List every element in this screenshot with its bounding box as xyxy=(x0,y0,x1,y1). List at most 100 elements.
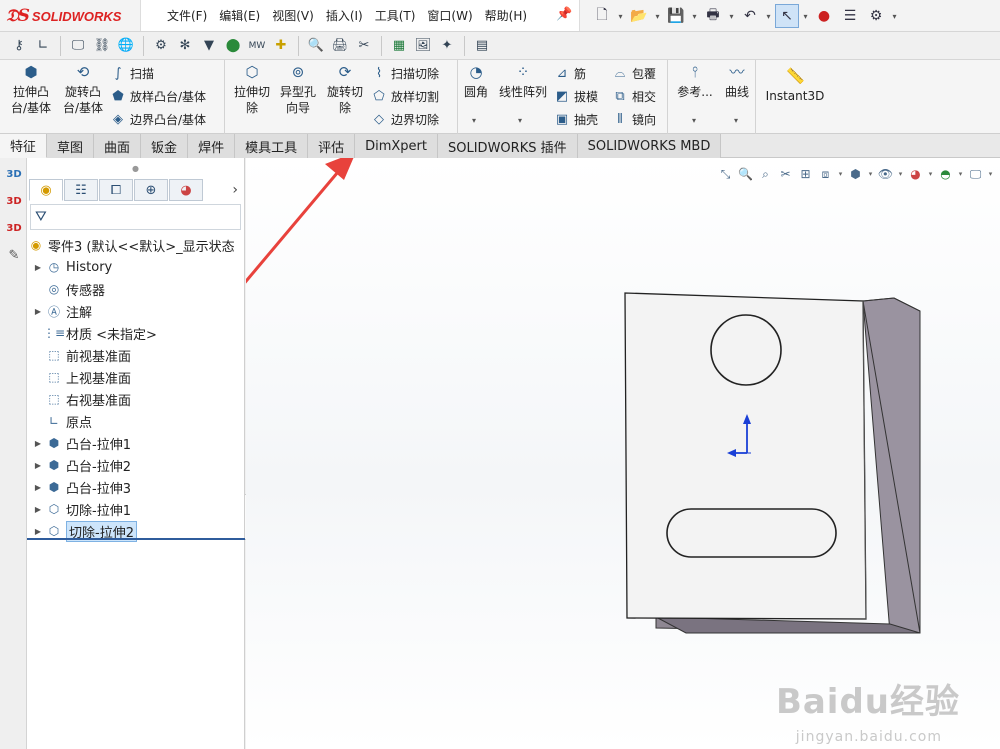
location-pin-icon[interactable]: ⬤ xyxy=(222,35,244,57)
mw-icon[interactable]: MW xyxy=(246,35,268,57)
fillet-button[interactable]: ◔ 圆角 xyxy=(460,64,492,100)
sweep-button[interactable]: ∫ 扫描 xyxy=(110,62,154,84)
tab-surfaces[interactable]: 曲面 xyxy=(94,134,142,158)
panel-grip[interactable]: ● xyxy=(27,158,244,178)
key-icon[interactable]: ⚷ xyxy=(8,35,30,57)
mirror-button[interactable]: ⫴ 镜向 xyxy=(612,108,656,130)
report-icon[interactable]: ▤ xyxy=(471,35,493,57)
tab-weldments[interactable]: 焊件 xyxy=(188,134,236,158)
tree-root-part[interactable]: ◉ 零件3 (默认<<默认>_显示状态 xyxy=(27,234,244,256)
wrap-button[interactable]: ⌓ 包覆 xyxy=(612,62,656,84)
menu-tools[interactable]: 工具(T) xyxy=(369,7,422,24)
part-body[interactable] xyxy=(624,292,921,634)
property-manager-tab-icon[interactable]: ☷ xyxy=(64,179,98,201)
tree-item[interactable]: ▶ ◷ History xyxy=(27,256,244,278)
open-dropdown-icon[interactable]: ▾ xyxy=(653,4,662,28)
pin-icon[interactable]: 📌 xyxy=(556,7,572,22)
options-dropdown-icon[interactable]: ▾ xyxy=(890,4,899,28)
3d-view-icon[interactable]: 3D xyxy=(3,163,25,185)
hole-wizard-button[interactable]: ⊚ 异型孔 向导 xyxy=(276,64,320,116)
display-manager-tab-icon[interactable]: ◕ xyxy=(169,179,203,201)
expand-arrow-icon[interactable]: ▶ xyxy=(31,505,45,514)
tree-rollback-bar[interactable] xyxy=(27,538,245,540)
image-icon[interactable]: 🖼 xyxy=(412,35,434,57)
3d-pdf-export-icon[interactable]: 3D xyxy=(3,217,25,239)
network-icon[interactable]: ⛓ xyxy=(91,35,113,57)
save-dropdown-icon[interactable]: ▾ xyxy=(690,4,699,28)
menu-file[interactable]: 文件(F) xyxy=(161,7,213,24)
tree-filter-field[interactable]: ⛛ xyxy=(30,204,241,230)
printer-icon[interactable]: 🖨 xyxy=(329,35,351,57)
linear-pattern-button[interactable]: ⁘ 线性阵列 xyxy=(496,64,550,100)
print-dropdown-icon[interactable]: ▾ xyxy=(727,4,736,28)
loft-button[interactable]: ⬟ 放样凸台/基体 xyxy=(110,85,206,107)
tree-item[interactable]: ⬚ 右视基准面 xyxy=(27,388,244,410)
star-doc-icon[interactable]: ✦ xyxy=(436,35,458,57)
expand-arrow-icon[interactable]: ▶ xyxy=(31,461,45,470)
menu-view[interactable]: 视图(V) xyxy=(266,7,320,24)
revolve-boss-button[interactable]: ⟲ 旋转凸 台/基体 xyxy=(60,64,106,116)
save-icon[interactable]: 💾 xyxy=(664,4,688,28)
curves-dropdown-icon[interactable]: ▾ xyxy=(734,116,738,125)
tab-sheet-metal[interactable]: 钣金 xyxy=(141,134,189,158)
tree-item[interactable]: ⬚ 上视基准面 xyxy=(27,366,244,388)
select-dropdown-icon[interactable]: ▾ xyxy=(801,4,810,28)
draft-button[interactable]: ◩ 拔模 xyxy=(554,85,598,107)
reference-geometry-button[interactable]: ⫯ 参考... xyxy=(674,64,716,100)
expand-arrow-icon[interactable]: ▶ xyxy=(31,263,45,272)
tab-solidworks-addins[interactable]: SOLIDWORKS 插件 xyxy=(438,134,578,158)
lofted-cut-button[interactable]: ⬠ 放样切割 xyxy=(371,85,439,107)
feature-tree-tab-icon[interactable]: ◉ xyxy=(29,179,63,201)
dimxpert-manager-tab-icon[interactable]: ⊕ xyxy=(134,179,168,201)
tab-evaluate[interactable]: 评估 xyxy=(308,134,356,158)
fillet-dropdown-icon[interactable]: ▾ xyxy=(472,116,476,125)
cog-icon[interactable]: ✻ xyxy=(174,35,196,57)
more-tabs-chevron-icon[interactable]: › xyxy=(232,182,238,198)
tab-solidworks-mbd[interactable]: SOLIDWORKS MBD xyxy=(577,134,722,158)
extrude-boss-button[interactable]: ⬢ 拉伸凸 台/基体 xyxy=(8,64,54,116)
configuration-manager-tab-icon[interactable]: ⧠ xyxy=(99,179,133,201)
select-cursor-icon[interactable]: ↖ xyxy=(775,4,799,28)
menu-edit[interactable]: 编辑(E) xyxy=(213,7,266,24)
tab-sketch[interactable]: 草图 xyxy=(47,134,95,158)
expand-arrow-icon[interactable]: ▶ xyxy=(31,439,45,448)
boundary-boss-button[interactable]: ◈ 边界凸台/基体 xyxy=(110,108,206,130)
magnifier-icon[interactable]: 🔍 xyxy=(305,35,327,57)
sketch-corner-icon[interactable]: ∟ xyxy=(32,35,54,57)
tree-item[interactable]: ▶ Ⓐ 注解 xyxy=(27,300,244,322)
globe-icon[interactable]: 🌐 xyxy=(115,35,137,57)
swept-cut-button[interactable]: ⌇ 扫描切除 xyxy=(371,62,439,84)
tree-item[interactable]: ▶ ⬢ 凸台-拉伸1 xyxy=(27,432,244,454)
undo-icon[interactable]: ↶ xyxy=(738,4,762,28)
tab-mold-tools[interactable]: 模具工具 xyxy=(235,134,309,158)
new-dropdown-icon[interactable]: ▾ xyxy=(616,4,625,28)
tree-item[interactable]: ∟ 原点 xyxy=(27,410,244,432)
revolve-cut-button[interactable]: ⟳ 旋转切 除 xyxy=(323,64,367,116)
tree-item[interactable]: ⋮≡ 材质 <未指定> xyxy=(27,322,244,344)
expand-arrow-icon[interactable]: ▶ xyxy=(31,307,45,316)
reference-dropdown-icon[interactable]: ▾ xyxy=(692,116,696,125)
open-folder-icon[interactable]: 📂 xyxy=(627,4,651,28)
tree-item[interactable]: ▶ ⬡ 切除-拉伸1 xyxy=(27,498,244,520)
options-gear-icon[interactable]: ⚙ xyxy=(864,4,888,28)
settings-gear-icon[interactable]: ⚙ xyxy=(150,35,172,57)
tree-item[interactable]: ▶ ⬢ 凸台-拉伸2 xyxy=(27,454,244,476)
plus-cross-icon[interactable]: ✚ xyxy=(270,35,292,57)
circular-hole[interactable] xyxy=(710,314,782,386)
menu-insert[interactable]: 插入(I) xyxy=(320,7,369,24)
intersect-button[interactable]: ⧉ 相交 xyxy=(612,85,656,107)
tab-features[interactable]: 特征 xyxy=(0,134,48,158)
instant3d-button[interactable]: 📏 Instant3D xyxy=(760,68,830,104)
menu-help[interactable]: 帮助(H) xyxy=(479,7,533,24)
3d-pdf-icon[interactable]: 3D xyxy=(3,190,25,212)
drafting-tools-icon[interactable]: ✎ xyxy=(3,244,25,266)
rebuild-traffic-light-icon[interactable]: ● xyxy=(812,4,836,28)
extrude-cut-button[interactable]: ⬡ 拉伸切 除 xyxy=(230,64,274,116)
slot-cut[interactable] xyxy=(666,508,837,558)
new-document-icon[interactable]: 🗋 xyxy=(590,4,614,28)
expand-arrow-icon[interactable]: ▶ xyxy=(31,483,45,492)
linear-pattern-dropdown-icon[interactable]: ▾ xyxy=(518,116,522,125)
shell-button[interactable]: ▣ 抽壳 xyxy=(554,108,598,130)
boundary-cut-button[interactable]: ◇ 边界切除 xyxy=(371,108,439,130)
tree-item[interactable]: ⬚ 前视基准面 xyxy=(27,344,244,366)
